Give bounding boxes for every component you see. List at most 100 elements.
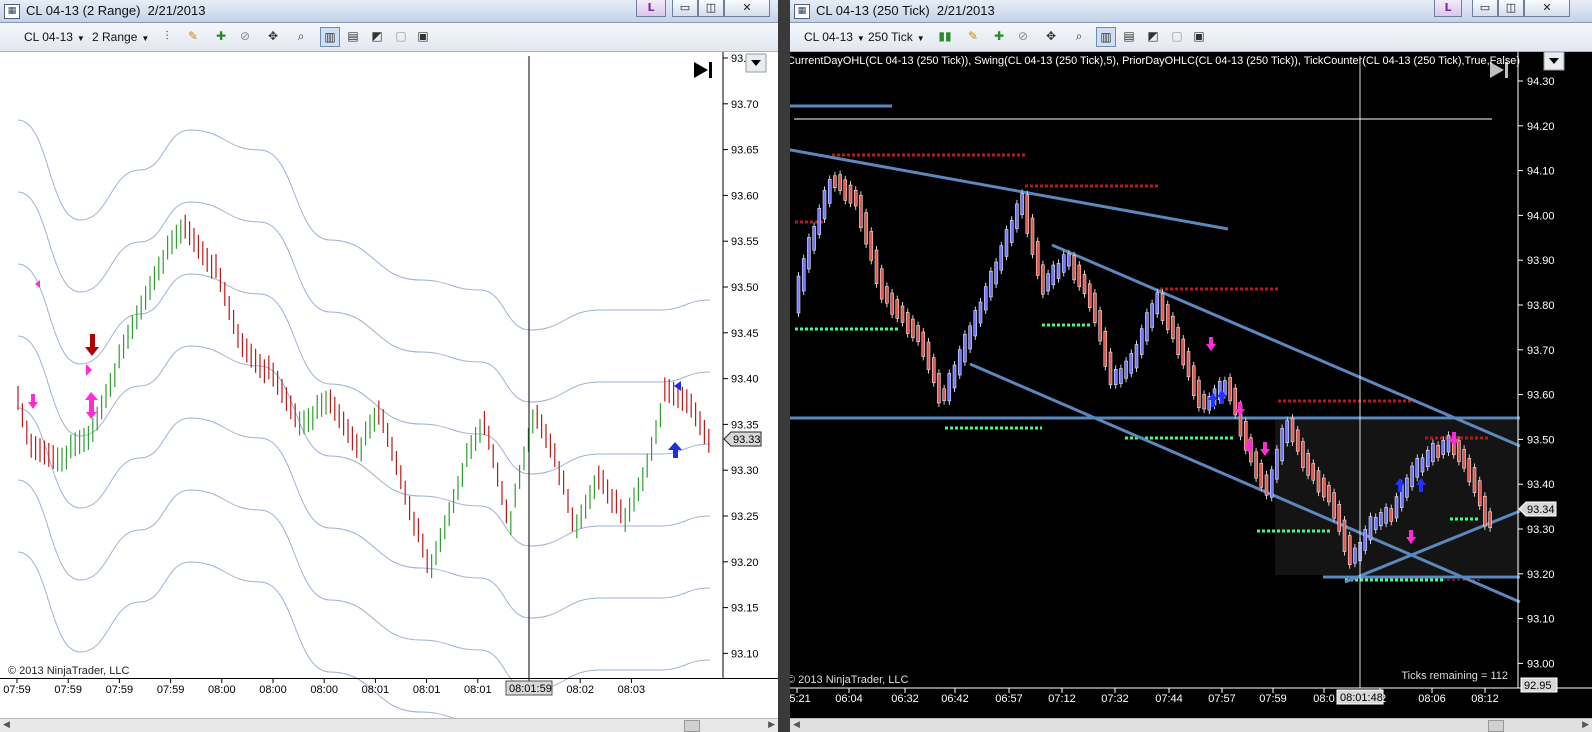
scroll-left-icon[interactable]: ◀ (793, 719, 800, 732)
link-button[interactable]: L (636, 0, 666, 17)
zoom-icon[interactable]: ⌕ (292, 27, 310, 45)
minimize-button[interactable]: ▭ (672, 0, 698, 17)
candle-body (1145, 312, 1149, 342)
bars-icon[interactable]: ▥ (1096, 27, 1116, 47)
candle-type-icon[interactable]: ▮▮ (936, 27, 954, 45)
candle-body (853, 189, 858, 207)
candle-body (1431, 443, 1435, 462)
time-tick-label: 08:03 (618, 684, 646, 696)
remove-drawing-icon[interactable]: ⊘ (236, 27, 254, 45)
right-window-title: CL 04-13 (250 Tick) 2/21/2013 (816, 3, 995, 18)
add-drawing-icon[interactable]: ✚ (990, 27, 1008, 45)
properties-icon[interactable]: ▢ (392, 27, 410, 45)
drawing-pencil-icon[interactable]: ✎ (964, 27, 982, 45)
indicator-icon[interactable]: ◩ (1144, 27, 1162, 45)
candle-body (895, 299, 900, 319)
bar-type-icon[interactable]: ⫶ (158, 27, 176, 45)
candle-body (890, 292, 894, 315)
candle-body (1342, 519, 1347, 552)
price-tick-label: 93.60 (1527, 390, 1555, 402)
close-button[interactable]: ✕ (724, 0, 770, 17)
svg-text:93.33: 93.33 (733, 434, 761, 446)
instrument-selector[interactable]: CL 04-13 ▼ (24, 29, 85, 45)
chevron-down-icon: ▼ (856, 34, 865, 43)
drawing-pencil-icon[interactable]: ✎ (184, 27, 202, 45)
candle-body (931, 357, 936, 384)
price-tick-label: 93.25 (731, 511, 759, 523)
left-horizontal-scrollbar[interactable]: ◀ ▶ (0, 718, 778, 732)
time-tick-label: 08:12 (1471, 693, 1499, 705)
candle-body (1462, 449, 1466, 469)
candle-body (1197, 379, 1201, 408)
candle-body (1087, 283, 1092, 309)
zoom-icon[interactable]: ⌕ (1070, 27, 1088, 45)
time-tick-label: 06:04 (835, 693, 863, 705)
candle-body (1327, 485, 1331, 503)
left-chart-window[interactable]: ▦ CL 04-13 (2 Range) 2/21/2013 L ▭ ◫ ✕ C… (0, 0, 778, 732)
candle-body (994, 261, 998, 285)
left-toolbar: CL 04-13 ▼ 2 Range ▼ ⫶ ✎ ✚ ⊘ ✥ ⌕ ▥ ▤ ◩ ▢ ▣ (0, 23, 778, 52)
candle-body (1347, 535, 1352, 566)
scroll-right-icon[interactable]: ▶ (768, 719, 775, 732)
candle-body (1181, 338, 1186, 366)
candle-body (1243, 420, 1248, 451)
scroll-right-icon[interactable]: ▶ (1582, 719, 1589, 732)
crosshair-icon[interactable]: ✥ (1042, 27, 1060, 45)
scroll-thumb[interactable] (1488, 720, 1504, 732)
price-tick-label: 93.80 (1527, 300, 1555, 312)
right-window-titlebar[interactable]: ▦ CL 04-13 (250 Tick) 2/21/2013 L ▭ ◫ ✕ (790, 0, 1592, 23)
time-tick-label: 08:0 (1313, 693, 1334, 705)
right-toolbar: CL 04-13 ▼ 250 Tick ▼ ▮▮ ✎ ✚ ⊘ ✥ ⌕ ▥ ▤ ◩ ▢… (790, 23, 1592, 52)
candle-body (1280, 428, 1284, 462)
strategy-icon[interactable]: ▤ (344, 27, 362, 45)
time-tick-label: 07:12 (1048, 693, 1076, 705)
time-tick-label: 07:32 (1101, 693, 1129, 705)
scroll-left-icon[interactable]: ◀ (3, 719, 10, 732)
candle-body (1373, 517, 1378, 530)
candle-body (1269, 469, 1274, 498)
candle-body (1056, 263, 1061, 279)
price-tick-label: 93.55 (731, 236, 759, 248)
candle-body (1264, 474, 1269, 496)
link-button[interactable]: L (1434, 0, 1462, 17)
data-box-icon[interactable]: ▣ (1190, 27, 1208, 45)
maximize-button[interactable]: ◫ (1498, 0, 1524, 17)
crosshair-icon[interactable]: ✥ (264, 27, 282, 45)
svg-text:08:01:48: 08:01:48 (1340, 692, 1383, 704)
right-price-chart[interactable]: 94.30 94.20 94.10 94.00 93.90 93.80 93.70 93.60… (790, 52, 1592, 719)
right-horizontal-scrollbar[interactable]: ◀ ▶ (790, 718, 1592, 732)
instrument-selector[interactable]: CL 04-13 ▼ (804, 29, 865, 45)
data-box-icon[interactable]: ▣ (414, 27, 432, 45)
properties-icon[interactable]: ▢ (1168, 27, 1186, 45)
maximize-button[interactable]: ◫ (698, 0, 724, 17)
price-tick-label: 94.30 (1527, 76, 1555, 88)
bars-icon[interactable]: ▥ (320, 27, 340, 47)
candle-body (817, 208, 822, 235)
remove-drawing-icon[interactable]: ⊘ (1014, 27, 1032, 45)
minimize-button[interactable]: ▭ (1472, 0, 1498, 17)
time-tick-label: 07:59 (157, 684, 185, 696)
close-button[interactable]: ✕ (1524, 0, 1570, 17)
price-tick-label: 93.10 (731, 648, 759, 660)
strategy-icon[interactable]: ▤ (1120, 27, 1138, 45)
candle-body (983, 286, 988, 311)
candle-body (1119, 368, 1123, 384)
ticks-remaining-label: Ticks remaining = 112 (1401, 670, 1508, 682)
interval-selector[interactable]: 250 Tick ▼ (868, 29, 925, 45)
indicator-icon[interactable]: ◩ (368, 27, 386, 45)
candle-body (1015, 203, 1019, 229)
candle-body (968, 325, 972, 350)
left-price-chart[interactable]: 93. 93.70 93.65 93.60 93.55 93.50 93.45 93.40 93… (0, 52, 778, 719)
interval-selector[interactable]: 2 Range ▼ (92, 29, 149, 45)
left-window-titlebar[interactable]: ▦ CL 04-13 (2 Range) 2/21/2013 L ▭ ◫ ✕ (0, 0, 778, 23)
price-tick-label: 94.20 (1527, 121, 1555, 133)
right-chart-window[interactable]: ▦ CL 04-13 (250 Tick) 2/21/2013 L ▭ ◫ ✕ … (790, 0, 1592, 732)
candle-body (1254, 451, 1258, 479)
candle-body (833, 175, 837, 189)
left-window-title: CL 04-13 (2 Range) 2/21/2013 (26, 3, 206, 18)
candle-body (796, 275, 801, 314)
candle-body (864, 212, 868, 245)
add-drawing-icon[interactable]: ✚ (212, 27, 230, 45)
bottom-price-marker: 92.95 (1520, 677, 1558, 693)
scroll-thumb[interactable] (684, 720, 700, 732)
